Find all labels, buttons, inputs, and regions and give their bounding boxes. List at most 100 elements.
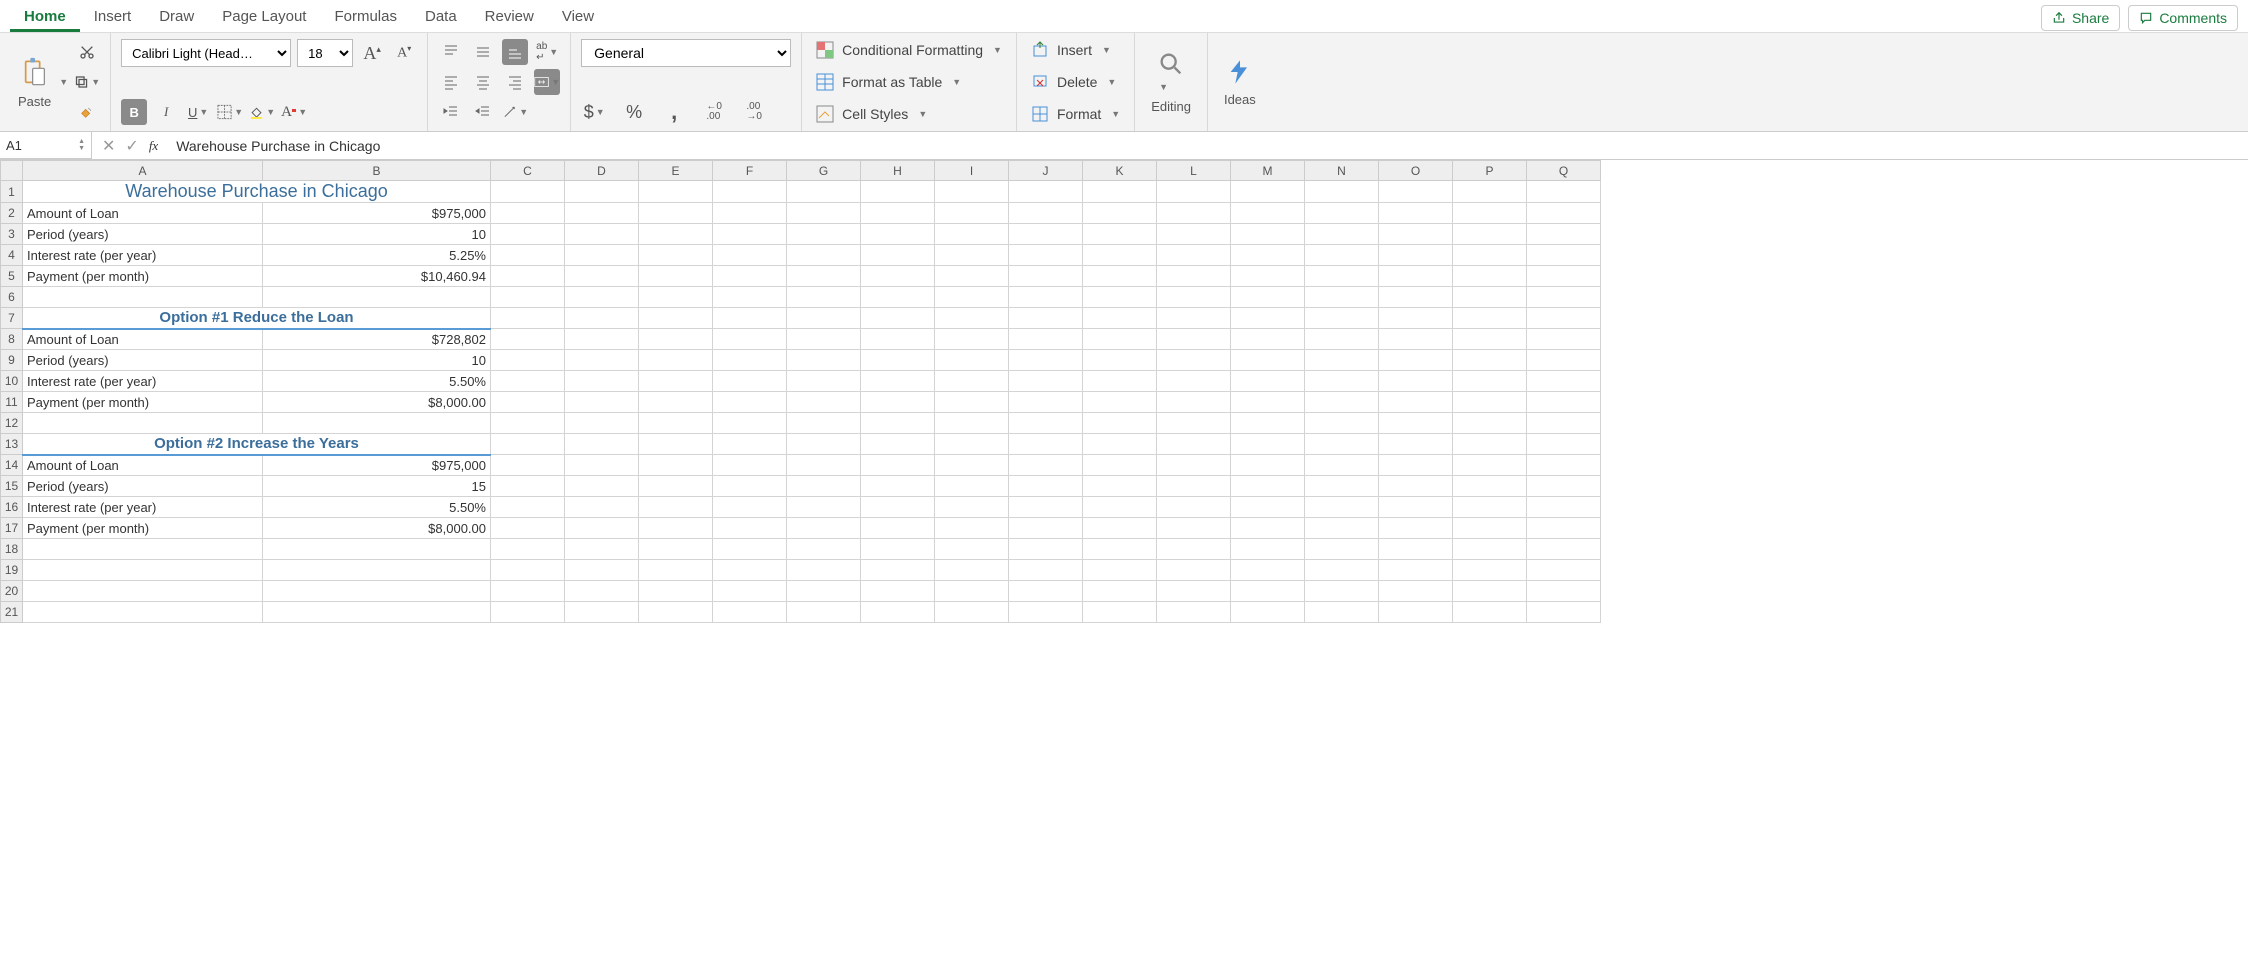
cell[interactable] — [639, 181, 713, 203]
cell[interactable] — [491, 203, 565, 224]
orientation-icon[interactable]: ▼ — [502, 99, 528, 125]
cell[interactable] — [565, 181, 639, 203]
cell[interactable] — [639, 581, 713, 602]
cell[interactable] — [1379, 497, 1453, 518]
cell-B21[interactable] — [263, 602, 491, 623]
underline-button[interactable]: U▼ — [185, 99, 211, 125]
cut-icon[interactable] — [74, 39, 100, 65]
cell[interactable] — [1009, 181, 1083, 203]
cell[interactable] — [1453, 434, 1527, 455]
cell[interactable] — [1231, 560, 1305, 581]
align-center-icon[interactable] — [470, 69, 496, 95]
cell[interactable] — [565, 203, 639, 224]
row-header-21[interactable]: 21 — [1, 602, 23, 623]
cell-A18[interactable] — [23, 539, 263, 560]
cell[interactable] — [1305, 455, 1379, 476]
column-header-P[interactable]: P — [1453, 161, 1527, 181]
cell[interactable] — [1527, 413, 1601, 434]
align-bottom-icon[interactable] — [502, 39, 528, 65]
cell[interactable] — [1379, 539, 1453, 560]
cell[interactable] — [787, 203, 861, 224]
cell[interactable] — [1231, 329, 1305, 350]
cell[interactable] — [1527, 392, 1601, 413]
column-header-J[interactable]: J — [1009, 161, 1083, 181]
cell[interactable] — [1453, 455, 1527, 476]
cell[interactable] — [565, 392, 639, 413]
decrease-font-icon[interactable]: A▾ — [391, 40, 417, 66]
cell[interactable] — [787, 581, 861, 602]
cell[interactable] — [1305, 392, 1379, 413]
cell[interactable] — [1083, 181, 1157, 203]
cell-subhead[interactable]: Option #1 Reduce the Loan — [23, 308, 491, 329]
cell[interactable] — [1305, 329, 1379, 350]
cell[interactable] — [1083, 287, 1157, 308]
cell[interactable] — [935, 287, 1009, 308]
cell[interactable] — [1453, 371, 1527, 392]
cell-A16[interactable]: Interest rate (per year) — [23, 497, 263, 518]
cell-B18[interactable] — [263, 539, 491, 560]
cell[interactable] — [1157, 203, 1231, 224]
cell[interactable] — [935, 203, 1009, 224]
cell-A8[interactable]: Amount of Loan — [23, 329, 263, 350]
cell[interactable] — [935, 350, 1009, 371]
cell[interactable] — [1231, 581, 1305, 602]
cell-B6[interactable] — [263, 287, 491, 308]
cell[interactable] — [565, 497, 639, 518]
tab-formulas[interactable]: Formulas — [320, 4, 411, 32]
cell[interactable] — [1527, 371, 1601, 392]
cell[interactable] — [787, 602, 861, 623]
cell[interactable] — [1305, 602, 1379, 623]
column-header-K[interactable]: K — [1083, 161, 1157, 181]
cell[interactable] — [1231, 476, 1305, 497]
cell[interactable] — [861, 287, 935, 308]
cell[interactable] — [1157, 497, 1231, 518]
cell[interactable] — [861, 224, 935, 245]
cell[interactable] — [935, 455, 1009, 476]
cell[interactable] — [1379, 476, 1453, 497]
paste-icon[interactable] — [21, 56, 49, 90]
cell[interactable] — [935, 434, 1009, 455]
cell[interactable] — [713, 308, 787, 329]
column-header-C[interactable]: C — [491, 161, 565, 181]
cell[interactable] — [713, 434, 787, 455]
column-header-I[interactable]: I — [935, 161, 1009, 181]
cell-A14[interactable]: Amount of Loan — [23, 455, 263, 476]
cell[interactable] — [639, 266, 713, 287]
cell[interactable] — [1083, 371, 1157, 392]
cell[interactable] — [639, 476, 713, 497]
cell[interactable] — [1527, 181, 1601, 203]
cell[interactable] — [1009, 266, 1083, 287]
column-header-B[interactable]: B — [263, 161, 491, 181]
cell[interactable] — [1305, 518, 1379, 539]
cell[interactable] — [1305, 581, 1379, 602]
cell[interactable] — [1231, 266, 1305, 287]
cell[interactable] — [1083, 560, 1157, 581]
cell[interactable] — [935, 371, 1009, 392]
tab-draw[interactable]: Draw — [145, 4, 208, 32]
cell[interactable] — [1453, 350, 1527, 371]
cell-B3[interactable]: 10 — [263, 224, 491, 245]
cell[interactable] — [1231, 455, 1305, 476]
cell[interactable] — [787, 455, 861, 476]
cell[interactable] — [639, 539, 713, 560]
cell[interactable] — [1527, 560, 1601, 581]
cell[interactable] — [861, 476, 935, 497]
cell[interactable] — [713, 224, 787, 245]
cell[interactable] — [565, 266, 639, 287]
cell[interactable] — [1379, 455, 1453, 476]
row-header-18[interactable]: 18 — [1, 539, 23, 560]
cell[interactable] — [1083, 308, 1157, 329]
cell[interactable] — [935, 392, 1009, 413]
cell[interactable] — [935, 181, 1009, 203]
cell[interactable] — [1379, 287, 1453, 308]
row-header-15[interactable]: 15 — [1, 476, 23, 497]
cell[interactable] — [1157, 602, 1231, 623]
row-header-16[interactable]: 16 — [1, 497, 23, 518]
cell[interactable] — [1305, 266, 1379, 287]
cell[interactable] — [639, 287, 713, 308]
cell[interactable] — [491, 539, 565, 560]
comments-button[interactable]: Comments — [2128, 5, 2238, 31]
cell[interactable] — [787, 497, 861, 518]
row-header-2[interactable]: 2 — [1, 203, 23, 224]
cell[interactable] — [1305, 350, 1379, 371]
